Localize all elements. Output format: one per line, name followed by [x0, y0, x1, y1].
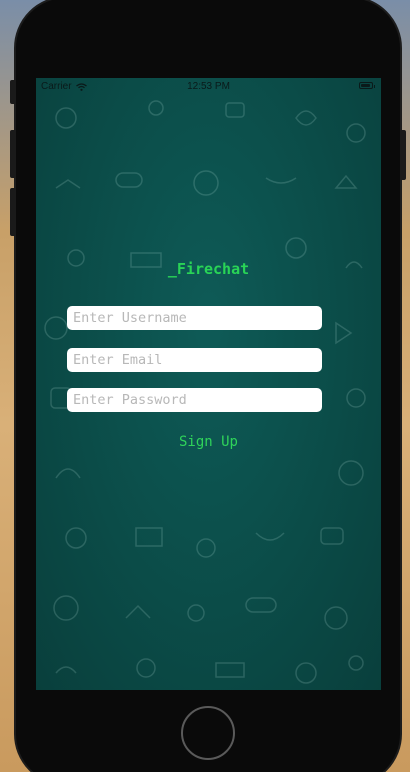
status-time: 12:53 PM [187, 81, 230, 92]
sign-up-button[interactable]: Sign Up [36, 434, 381, 450]
username-field[interactable] [67, 306, 322, 330]
password-field[interactable] [67, 388, 322, 412]
side-button-mute [10, 80, 16, 104]
side-button-volume-up [10, 130, 16, 178]
battery-icon [359, 82, 375, 89]
email-field[interactable] [67, 348, 322, 372]
side-button-volume-down [10, 188, 16, 236]
app-title: _Firechat [167, 260, 250, 278]
home-button[interactable] [181, 706, 235, 760]
doodle-pattern-background [44, 100, 366, 684]
status-bar: Carrier 12:53 PM [36, 78, 381, 96]
app-screen: Carrier 12:53 PM _Firechat Sign Up [36, 78, 381, 690]
side-button-power [400, 130, 406, 180]
